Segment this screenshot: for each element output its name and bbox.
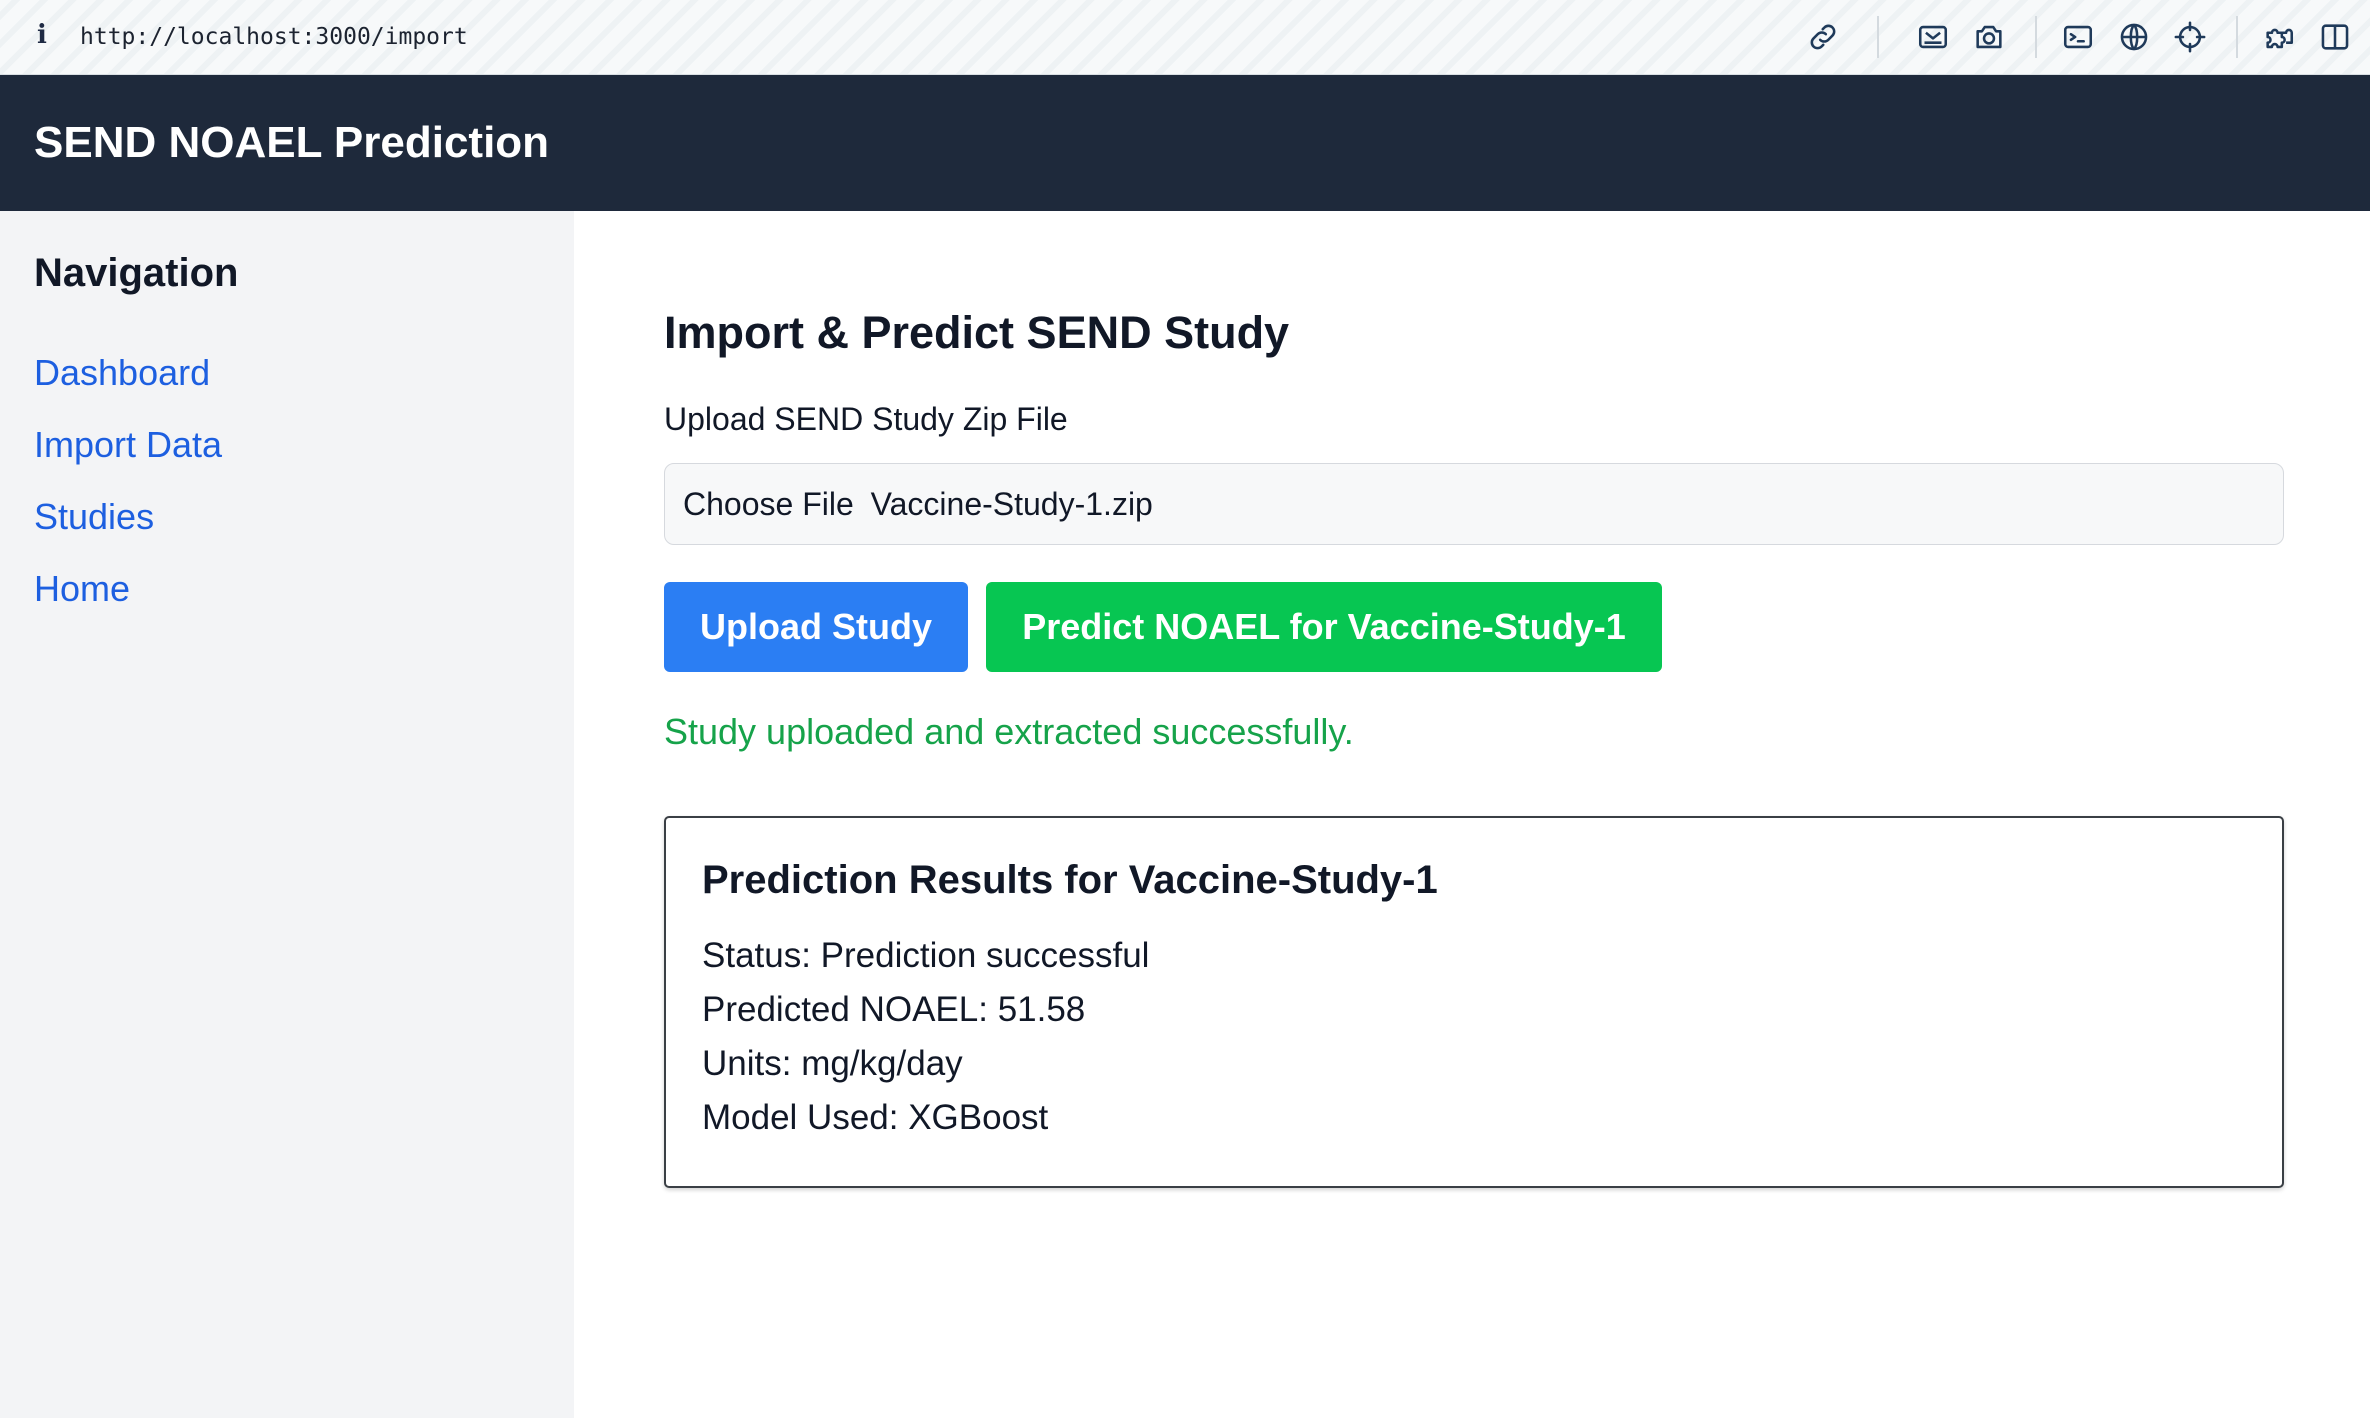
nav-heading: Navigation (34, 251, 239, 295)
terminal-icon[interactable] (2061, 20, 2095, 54)
result-noael: Predicted NOAEL: 51.58 (702, 990, 1086, 1029)
app-header: SEND NOAEL Prediction (0, 75, 2370, 211)
results-title: Prediction Results for Vaccine-Study-1 (702, 858, 1438, 902)
file-input[interactable]: Choose File Vaccine-Study-1.zip (664, 463, 2284, 545)
sidebar-item-home[interactable]: Home (34, 568, 130, 610)
sidebar-item-import-data[interactable]: Import Data (34, 424, 222, 466)
upload-label: Upload SEND Study Zip File (664, 401, 1068, 437)
sidebar-item-dashboard[interactable]: Dashboard (34, 352, 210, 394)
globe-icon[interactable] (2117, 20, 2151, 54)
app-title: SEND NOAEL Prediction (34, 118, 550, 167)
result-status: Status: Prediction successful (702, 936, 1150, 975)
selected-file-name: Vaccine-Study-1.zip (870, 486, 1153, 522)
page-title: Import & Predict SEND Study (664, 307, 1290, 358)
success-message: Study uploaded and extracted successfull… (664, 711, 1354, 752)
link-icon[interactable] (1806, 20, 1840, 54)
info-icon[interactable]: i (32, 20, 52, 50)
camera-icon[interactable] (1972, 20, 2006, 54)
sidebar-toggle-icon[interactable] (2318, 20, 2352, 54)
sidebar: Navigation Dashboard Import Data Studies… (0, 211, 574, 1418)
address-bar[interactable]: http://localhost:3000/import (80, 20, 468, 54)
predict-noael-button[interactable]: Predict NOAEL for Vaccine-Study-1 (986, 582, 1662, 672)
prediction-results-card: Prediction Results for Vaccine-Study-1 S… (664, 816, 2284, 1188)
result-units: Units: mg/kg/day (702, 1044, 963, 1083)
main-content: Import & Predict SEND Study Upload SEND … (574, 211, 2370, 1418)
toolbar-divider (2035, 16, 2037, 58)
toolbar-divider (1877, 16, 1879, 58)
result-model: Model Used: XGBoost (702, 1098, 1049, 1137)
toolbar-divider (2236, 16, 2238, 58)
crosshair-icon[interactable] (2173, 20, 2207, 54)
upload-study-button[interactable]: Upload Study (664, 582, 968, 672)
sidebar-item-studies[interactable]: Studies (34, 496, 154, 538)
puzzle-icon[interactable] (2262, 20, 2296, 54)
choose-file-button[interactable]: Choose File (683, 486, 854, 522)
browser-toolbar: i http://localhost:3000/import (0, 0, 2370, 75)
image-capture-icon[interactable] (1916, 20, 1950, 54)
